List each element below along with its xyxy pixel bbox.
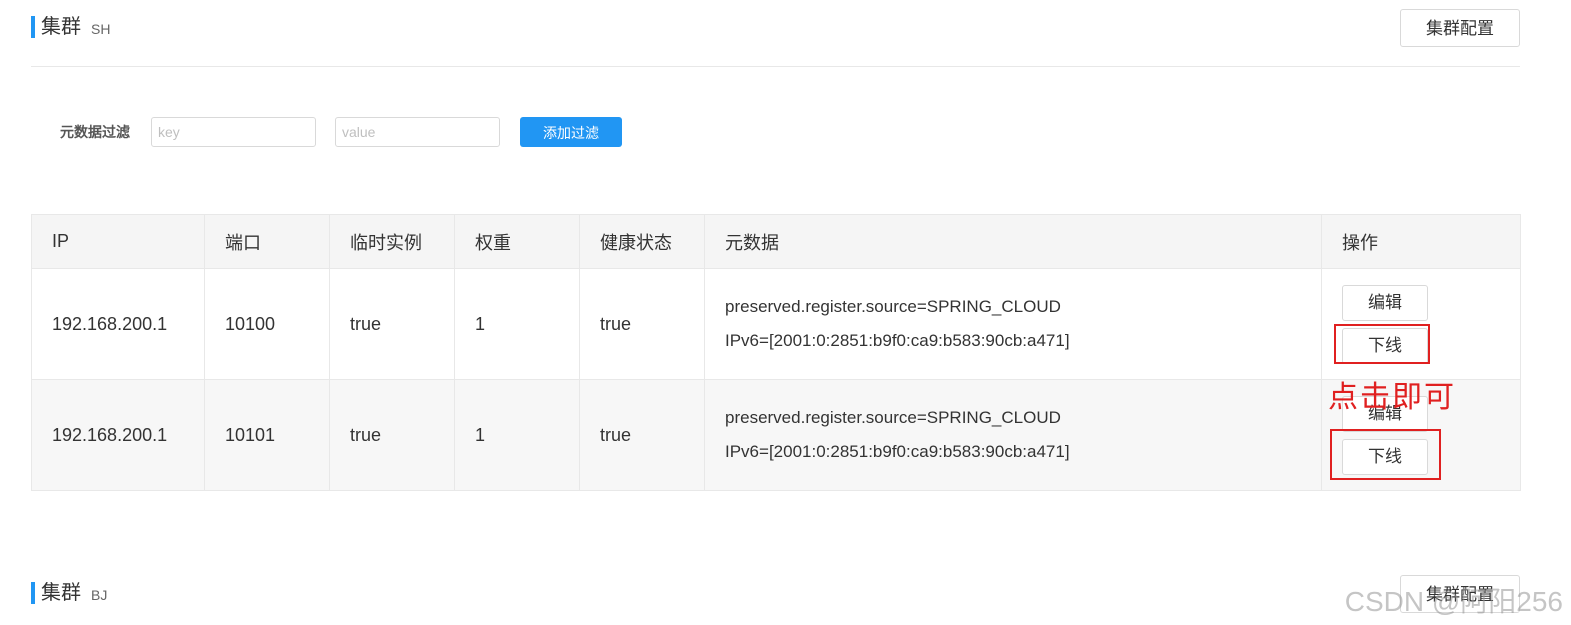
cell-port: 10101 [204, 379, 330, 491]
table-row: 192.168.200.1 10101 true 1 true preserve… [31, 379, 1521, 491]
metadata-line: preserved.register.source=SPRING_CLOUD [725, 408, 1061, 427]
column-header-weight: 权重 [454, 214, 580, 269]
column-header-ephemeral: 临时实例 [329, 214, 455, 269]
metadata-line: preserved.register.source=SPRING_CLOUD [725, 297, 1061, 316]
table-header-row: IP 端口 临时实例 权重 健康状态 元数据 操作 [31, 214, 1521, 269]
column-header-healthy: 健康状态 [579, 214, 705, 269]
cell-ip: 192.168.200.1 [31, 379, 205, 491]
cell-port: 10100 [204, 268, 330, 380]
nacos-service-detail: 集群 SH 集群配置 元数据过滤 添加过滤 IP 端口 临时实例 权重 健康状态… [0, 0, 1571, 625]
column-header-port: 端口 [204, 214, 330, 269]
edit-button[interactable]: 编辑 [1342, 285, 1428, 321]
highlight-box [1334, 324, 1430, 364]
cell-metadata: preserved.register.source=SPRING_CLOUD I… [704, 268, 1322, 380]
metadata-line: IPv6=[2001:0:2851:b9f0:ca9:b583:90cb:a47… [725, 442, 1070, 461]
cell-ephemeral: true [329, 268, 455, 380]
cell-weight: 1 [454, 268, 580, 380]
instance-table: IP 端口 临时实例 权重 健康状态 元数据 操作 192.168.200.1 … [31, 214, 1521, 491]
annotation-text: 点击即可 [1328, 380, 1456, 415]
cluster-name: BJ [91, 587, 108, 603]
cell-healthy: true [579, 268, 705, 380]
metadata-line: IPv6=[2001:0:2851:b9f0:ca9:b583:90cb:a47… [725, 331, 1070, 350]
cluster-title: 集群 [41, 16, 81, 38]
header-divider [31, 66, 1520, 67]
highlight-box [1330, 429, 1441, 480]
cluster-accent-bar [31, 582, 35, 604]
cell-weight: 1 [454, 379, 580, 491]
watermark: CSDN @阿阳256 [1344, 586, 1563, 617]
cluster-accent-bar [31, 16, 35, 38]
cell-healthy: true [579, 379, 705, 491]
metadata-filter-label: 元数据过滤 [60, 124, 130, 140]
add-filter-button[interactable]: 添加过滤 [520, 117, 622, 147]
table-row: 192.168.200.1 10100 true 1 true preserve… [31, 268, 1521, 380]
cell-ip: 192.168.200.1 [31, 268, 205, 380]
column-header-actions: 操作 [1321, 214, 1521, 269]
column-header-ip: IP [31, 214, 205, 269]
filter-key-input[interactable] [151, 117, 316, 147]
column-header-metadata: 元数据 [704, 214, 1322, 269]
filter-value-input[interactable] [335, 117, 500, 147]
cluster-name: SH [91, 21, 111, 37]
cell-metadata: preserved.register.source=SPRING_CLOUD I… [704, 379, 1322, 491]
cluster-config-button[interactable]: 集群配置 [1400, 9, 1520, 47]
cluster-title: 集群 [41, 582, 81, 604]
cell-ephemeral: true [329, 379, 455, 491]
